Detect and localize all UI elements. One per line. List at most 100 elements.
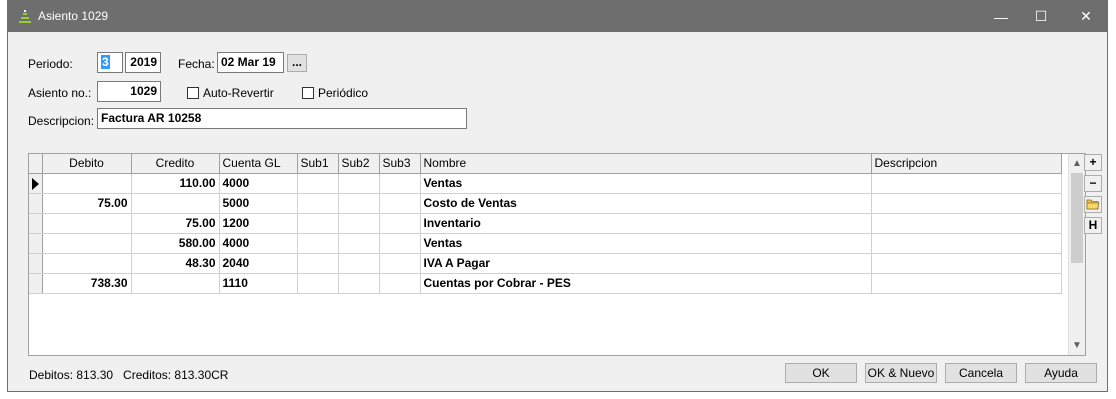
cell-debito[interactable]: 738.30 xyxy=(42,273,132,294)
asiento-input[interactable]: 1029 xyxy=(97,81,161,102)
cell-debito[interactable] xyxy=(42,233,132,254)
cell-sub1[interactable] xyxy=(297,193,339,214)
close-button[interactable]: ✕ xyxy=(1063,1,1109,32)
ok-nuevo-button[interactable]: OK & Nuevo xyxy=(865,363,937,383)
cell-credito[interactable]: 580.00 xyxy=(131,233,220,254)
table-row[interactable]: 580.00 4000 Ventas xyxy=(29,233,1062,254)
cell-sub1[interactable] xyxy=(297,273,339,294)
column-header-descripcion[interactable]: Descripcion xyxy=(871,154,1062,174)
asiento-label: Asiento no.: xyxy=(28,86,92,100)
cell-descripcion[interactable] xyxy=(871,193,1062,214)
row-indicator[interactable] xyxy=(29,193,43,214)
cell-debito[interactable] xyxy=(42,173,132,194)
auto-revertir-checkbox[interactable] xyxy=(187,87,199,99)
column-header-debito[interactable]: Debito xyxy=(42,154,132,174)
column-header-cuenta-gl[interactable]: Cuenta GL xyxy=(219,154,298,174)
cell-sub2[interactable] xyxy=(338,233,380,254)
cell-debito[interactable]: 75.00 xyxy=(42,193,132,214)
cell-cuenta[interactable]: 1200 xyxy=(219,213,298,234)
cell-descripcion[interactable] xyxy=(871,253,1062,274)
column-header-credito[interactable]: Credito xyxy=(131,154,220,174)
title-bar[interactable]: Asiento 1029 — ☐ ✕ xyxy=(8,1,1107,32)
cell-credito[interactable]: 110.00 xyxy=(131,173,220,194)
cell-sub2[interactable] xyxy=(338,253,380,274)
periodico-checkbox[interactable] xyxy=(302,87,314,99)
remove-row-button[interactable]: − xyxy=(1084,175,1102,192)
cell-descripcion[interactable] xyxy=(871,233,1062,254)
cell-sub1[interactable] xyxy=(297,233,339,254)
cell-sub3[interactable] xyxy=(379,233,421,254)
add-row-button[interactable]: + xyxy=(1084,154,1102,171)
row-indicator[interactable] xyxy=(29,253,43,274)
periodo-label: Periodo: xyxy=(28,57,73,71)
column-header-sub1[interactable]: Sub1 xyxy=(297,154,339,174)
scroll-up-arrow-icon[interactable]: ▲ xyxy=(1069,155,1085,172)
cell-nombre[interactable]: Inventario xyxy=(420,213,872,234)
cell-nombre[interactable]: Ventas xyxy=(420,173,872,194)
grid-vertical-scrollbar[interactable]: ▲ ▼ xyxy=(1068,154,1085,355)
entry-lines-grid[interactable]: Debito Credito Cuenta GL Sub1 Sub2 Sub3 … xyxy=(28,153,1086,356)
minus-icon: − xyxy=(1089,176,1097,190)
history-button[interactable]: H xyxy=(1084,217,1102,234)
column-header-nombre[interactable]: Nombre xyxy=(420,154,872,174)
cell-sub1[interactable] xyxy=(297,253,339,274)
cell-nombre[interactable]: Costo de Ventas xyxy=(420,193,872,214)
row-indicator[interactable] xyxy=(29,273,43,294)
scroll-down-arrow-icon[interactable]: ▼ xyxy=(1069,337,1085,354)
cell-sub3[interactable] xyxy=(379,213,421,234)
cell-cuenta[interactable]: 4000 xyxy=(219,173,298,194)
cell-sub1[interactable] xyxy=(297,173,339,194)
year-input[interactable]: 2019 xyxy=(125,52,161,73)
periodo-value: 3 xyxy=(101,55,110,69)
cell-credito[interactable] xyxy=(131,273,220,294)
cell-cuenta[interactable]: 1110 xyxy=(219,273,298,294)
cancela-button[interactable]: Cancela xyxy=(945,363,1017,383)
cell-debito[interactable] xyxy=(42,213,132,234)
row-indicator-header xyxy=(29,154,43,174)
cell-sub3[interactable] xyxy=(379,273,421,294)
cell-cuenta[interactable]: 2040 xyxy=(219,253,298,274)
open-folder-button[interactable] xyxy=(1084,196,1102,213)
cell-sub3[interactable] xyxy=(379,193,421,214)
cell-cuenta[interactable]: 5000 xyxy=(219,193,298,214)
cell-nombre[interactable]: Ventas xyxy=(420,233,872,254)
cell-credito[interactable]: 48.30 xyxy=(131,253,220,274)
cell-debito[interactable] xyxy=(42,253,132,274)
row-indicator[interactable] xyxy=(29,233,43,254)
window-title: Asiento 1029 xyxy=(38,9,109,23)
cell-nombre[interactable]: IVA A Pagar xyxy=(420,253,872,274)
table-row[interactable]: 48.30 2040 IVA A Pagar xyxy=(29,253,1062,274)
grid-header-row: Debito Credito Cuenta GL Sub1 Sub2 Sub3 … xyxy=(29,154,1062,174)
column-header-sub3[interactable]: Sub3 xyxy=(379,154,421,174)
maximize-button[interactable]: ☐ xyxy=(1018,1,1064,32)
history-label: H xyxy=(1088,218,1098,232)
cell-descripcion[interactable] xyxy=(871,213,1062,234)
cell-nombre[interactable]: Cuentas por Cobrar - PES xyxy=(420,273,872,294)
cell-cuenta[interactable]: 4000 xyxy=(219,233,298,254)
cell-credito[interactable]: 75.00 xyxy=(131,213,220,234)
cell-sub2[interactable] xyxy=(338,273,380,294)
row-indicator[interactable] xyxy=(29,213,43,234)
cell-sub1[interactable] xyxy=(297,213,339,234)
periodo-input[interactable]: 3 xyxy=(97,52,123,73)
fecha-input[interactable]: 02 Mar 19 xyxy=(217,52,284,73)
cell-credito[interactable] xyxy=(131,193,220,214)
table-row[interactable]: 738.30 1110 Cuentas por Cobrar - PES xyxy=(29,273,1062,294)
descripcion-input[interactable]: Factura AR 10258 xyxy=(97,108,467,129)
table-row[interactable]: 75.00 1200 Inventario xyxy=(29,213,1062,234)
cell-sub2[interactable] xyxy=(338,173,380,194)
date-picker-button[interactable]: ... xyxy=(287,54,307,72)
cell-descripcion[interactable] xyxy=(871,273,1062,294)
cell-sub2[interactable] xyxy=(338,213,380,234)
column-header-sub2[interactable]: Sub2 xyxy=(338,154,380,174)
cell-sub2[interactable] xyxy=(338,193,380,214)
table-row[interactable]: 75.00 5000 Costo de Ventas xyxy=(29,193,1062,214)
row-indicator[interactable] xyxy=(29,173,43,194)
ayuda-button[interactable]: Ayuda xyxy=(1025,363,1097,383)
ok-button[interactable]: OK xyxy=(785,363,857,383)
table-row[interactable]: 110.00 4000 Ventas xyxy=(29,173,1062,194)
cell-descripcion[interactable] xyxy=(871,173,1062,194)
cell-sub3[interactable] xyxy=(379,253,421,274)
cell-sub3[interactable] xyxy=(379,173,421,194)
scrollbar-thumb[interactable] xyxy=(1071,173,1083,263)
